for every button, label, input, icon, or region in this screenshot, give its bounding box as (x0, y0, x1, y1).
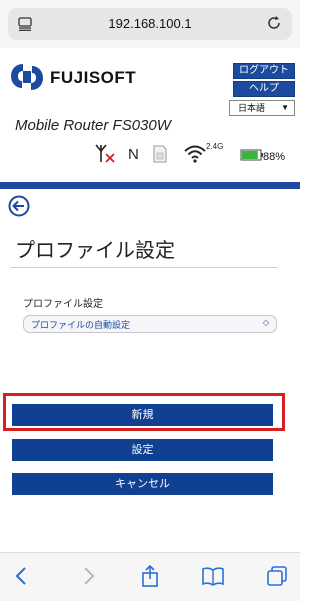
battery-percentage: 88% (263, 151, 286, 163)
device-model: Mobile Router FS030W (15, 117, 171, 134)
sim-card-icon (153, 145, 167, 163)
profile-field-label: プロファイル設定 (23, 299, 103, 310)
language-select[interactable]: 日本語 ▼ (229, 100, 295, 116)
logout-button[interactable]: ログアウト (233, 63, 295, 79)
back-arrow-icon[interactable] (8, 195, 30, 217)
wifi-band-label: 2.4G (206, 142, 224, 151)
set-button[interactable]: 設定 (12, 439, 273, 461)
reload-icon[interactable] (266, 15, 282, 31)
help-button[interactable]: ヘルプ (233, 81, 295, 97)
url-text: 192.168.100.1 (108, 16, 192, 31)
select-updown-icon: ◇ (262, 318, 269, 327)
back-icon[interactable] (11, 565, 33, 587)
network-type-indicator: N (128, 146, 139, 163)
browser-top-bar: 192.168.100.1 (0, 0, 300, 48)
page-title: プロファイル設定 (15, 240, 175, 262)
language-value: 日本語 (238, 103, 266, 113)
battery-icon (240, 149, 263, 161)
cancel-button[interactable]: キャンセル (12, 473, 273, 495)
bookmarks-icon[interactable] (202, 565, 224, 587)
title-divider (10, 267, 278, 268)
fujisoft-logo-mark (11, 64, 43, 90)
share-icon[interactable] (139, 565, 161, 587)
tabs-icon[interactable] (266, 565, 288, 587)
header-divider (0, 182, 300, 189)
browser-toolbar (0, 552, 300, 601)
dropdown-arrow-icon: ▼ (281, 103, 289, 112)
address-bar[interactable]: 192.168.100.1 (8, 8, 292, 40)
profile-select[interactable]: プロファイルの自動設定 ◇ (23, 315, 277, 333)
wifi-icon (184, 145, 206, 163)
new-button[interactable]: 新規 (12, 404, 273, 426)
no-signal-icon (95, 144, 115, 163)
profile-select-value: プロファイルの自動設定 (31, 320, 131, 330)
forward-icon[interactable] (77, 565, 99, 587)
brand-name: FUJISOFT (50, 68, 137, 87)
